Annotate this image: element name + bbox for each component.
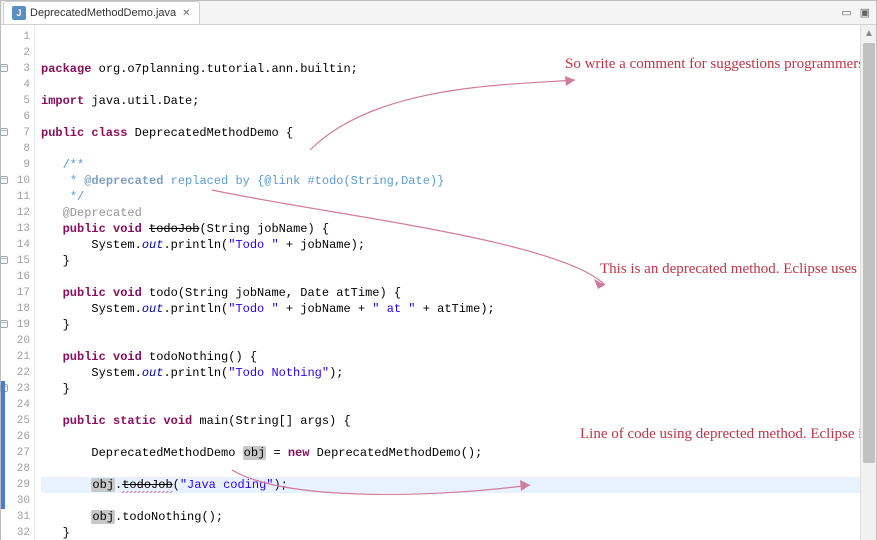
line-number: 32 xyxy=(1,525,30,540)
fold-toggle-icon[interactable] xyxy=(0,176,8,184)
code-line[interactable]: System.out.println("Todo " + jobName + "… xyxy=(41,301,860,317)
line-number: 20 xyxy=(1,333,30,349)
line-number: 16 xyxy=(1,269,30,285)
line-number: 14 xyxy=(1,237,30,253)
fold-toggle-icon[interactable] xyxy=(0,256,8,264)
code-line[interactable] xyxy=(41,77,860,93)
code-line[interactable]: System.out.println("Todo Nothing"); xyxy=(41,365,860,381)
code-line[interactable]: } xyxy=(41,317,860,333)
change-marker xyxy=(1,477,5,493)
code-line[interactable]: } xyxy=(41,381,860,397)
line-number: 5 xyxy=(1,93,30,109)
code-line[interactable] xyxy=(41,269,860,285)
line-number: 24 xyxy=(1,397,30,413)
code-line[interactable]: */ xyxy=(41,189,860,205)
line-number: 25 xyxy=(1,413,30,429)
tab-title: DeprecatedMethodDemo.java xyxy=(30,7,176,19)
scroll-thumb[interactable] xyxy=(863,43,875,463)
code-line[interactable]: /** xyxy=(41,157,860,173)
vertical-scrollbar[interactable]: ▲ ▼ xyxy=(860,25,876,540)
line-number: 4 xyxy=(1,77,30,93)
code-line[interactable]: obj.todoNothing(); xyxy=(41,509,860,525)
line-number: 13 xyxy=(1,221,30,237)
line-number: 3 xyxy=(1,61,30,77)
minimize-icon[interactable]: ▭ xyxy=(841,6,851,19)
fold-toggle-icon[interactable] xyxy=(0,64,8,72)
line-number: 15 xyxy=(1,253,30,269)
code-line[interactable] xyxy=(41,493,860,509)
code-line[interactable] xyxy=(41,461,860,477)
line-number: 31 xyxy=(1,509,30,525)
line-number: 6 xyxy=(1,109,30,125)
code-line[interactable]: public static void main(String[] args) { xyxy=(41,413,860,429)
line-number: 28 xyxy=(1,461,30,477)
change-marker xyxy=(1,429,5,445)
tabbar-actions: ▭ ▣ xyxy=(841,6,870,19)
line-number-gutter: 1234567891011121314151617181920212223242… xyxy=(1,25,35,540)
code-area[interactable]: package org.o7planning.tutorial.ann.buil… xyxy=(35,25,860,540)
code-line[interactable]: import java.util.Date; xyxy=(41,93,860,109)
code-line[interactable]: System.out.println("Todo " + jobName); xyxy=(41,237,860,253)
line-number: 7 xyxy=(1,125,30,141)
line-number: 1 xyxy=(1,29,30,45)
code-line[interactable]: } xyxy=(41,525,860,540)
change-marker xyxy=(1,493,5,509)
fold-toggle-icon[interactable] xyxy=(0,128,8,136)
line-number: 12 xyxy=(1,205,30,221)
editor-tab[interactable]: J DeprecatedMethodDemo.java ✕ xyxy=(3,1,200,24)
close-icon[interactable]: ✕ xyxy=(182,8,190,19)
code-line[interactable] xyxy=(41,333,860,349)
tab-bar: J DeprecatedMethodDemo.java ✕ ▭ ▣ xyxy=(1,1,876,25)
change-marker xyxy=(1,397,5,413)
code-line[interactable]: public void todoNothing() { xyxy=(41,349,860,365)
change-marker xyxy=(1,413,5,429)
scroll-up-icon[interactable]: ▲ xyxy=(861,25,877,41)
change-marker xyxy=(1,381,5,397)
code-line[interactable]: package org.o7planning.tutorial.ann.buil… xyxy=(41,61,860,77)
code-line[interactable] xyxy=(41,109,860,125)
code-line[interactable]: obj.todoJob("Java coding"); xyxy=(41,477,860,493)
code-line[interactable]: DeprecatedMethodDemo obj = new Deprecate… xyxy=(41,445,860,461)
line-number: 8 xyxy=(1,141,30,157)
code-line[interactable] xyxy=(41,141,860,157)
line-number: 17 xyxy=(1,285,30,301)
line-number: 2 xyxy=(1,45,30,61)
fold-toggle-icon[interactable] xyxy=(0,320,8,328)
line-number: 9 xyxy=(1,157,30,173)
code-line[interactable] xyxy=(41,429,860,445)
line-number: 30 xyxy=(1,493,30,509)
java-file-icon: J xyxy=(12,6,26,20)
code-line[interactable] xyxy=(41,397,860,413)
line-number: 21 xyxy=(1,349,30,365)
code-line[interactable]: * @deprecated replaced by {@link #todo(S… xyxy=(41,173,860,189)
line-number: 10 xyxy=(1,173,30,189)
code-line[interactable]: public class DeprecatedMethodDemo { xyxy=(41,125,860,141)
line-number: 23 xyxy=(1,381,30,397)
code-line[interactable]: public void todo(String jobName, Date at… xyxy=(41,285,860,301)
maximize-icon[interactable]: ▣ xyxy=(860,6,870,19)
line-number: 27 xyxy=(1,445,30,461)
code-line[interactable]: @Deprecated xyxy=(41,205,860,221)
line-number: 26 xyxy=(1,429,30,445)
line-number: 29 xyxy=(1,477,30,493)
code-line[interactable]: } xyxy=(41,253,860,269)
line-number: 19 xyxy=(1,317,30,333)
line-number: 11 xyxy=(1,189,30,205)
line-number: 22 xyxy=(1,365,30,381)
change-marker xyxy=(1,445,5,461)
line-number: 18 xyxy=(1,301,30,317)
editor-window: J DeprecatedMethodDemo.java ✕ ▭ ▣ 123456… xyxy=(0,0,877,540)
code-line[interactable]: public void todoJob(String jobName) { xyxy=(41,221,860,237)
change-marker xyxy=(1,461,5,477)
